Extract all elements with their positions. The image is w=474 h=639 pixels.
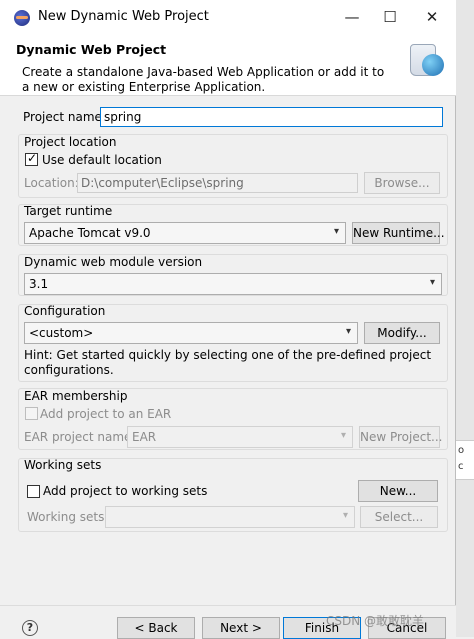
ear-project-name-select[interactable]: EAR ▾ xyxy=(127,426,353,448)
next-button[interactable]: Next > xyxy=(202,617,280,639)
configuration-value: <custom> xyxy=(29,326,94,340)
add-to-working-sets-checkbox[interactable] xyxy=(27,485,40,498)
chevron-down-icon: ▾ xyxy=(340,430,346,441)
window-title: New Dynamic Web Project xyxy=(38,9,209,24)
working-sets-select[interactable]: ▾ xyxy=(105,506,355,528)
ear-membership-label: EAR membership xyxy=(24,389,128,403)
add-to-ear-label: Add project to an EAR xyxy=(40,407,172,421)
chevron-down-icon: ▾ xyxy=(429,277,435,288)
background-window: o c xyxy=(456,0,474,637)
use-default-location-label: Use default location xyxy=(42,153,162,167)
module-version-select[interactable]: 3.1 ▾ xyxy=(24,273,442,295)
ear-project-name-label: EAR project name: xyxy=(24,430,136,444)
select-working-sets-button[interactable]: Select... xyxy=(360,506,438,528)
wizard-description: Create a standalone Java-based Web Appli… xyxy=(22,65,385,94)
project-name-input[interactable]: spring xyxy=(100,107,443,127)
module-version-label: Dynamic web module version xyxy=(24,255,203,269)
module-version-value: 3.1 xyxy=(29,277,49,291)
project-location-label: Project location xyxy=(24,135,117,149)
new-ear-project-button[interactable]: New Project... xyxy=(359,426,443,448)
working-sets-field-label: Working sets: xyxy=(27,510,109,524)
chevron-down-icon: ▾ xyxy=(333,226,339,237)
watermark-text: CSDN @敢敢耽羊 xyxy=(326,614,425,628)
wizard-header: Dynamic Web Project Create a standalone … xyxy=(0,34,456,96)
help-icon[interactable]: ? xyxy=(22,620,38,636)
target-runtime-label: Target runtime xyxy=(24,204,113,218)
project-name-label: Project name: xyxy=(23,110,106,124)
web-project-globe-icon xyxy=(406,40,446,80)
chevron-down-icon: ▾ xyxy=(342,510,348,521)
maximize-button[interactable]: ☐ xyxy=(372,4,408,30)
target-runtime-select[interactable]: Apache Tomcat v9.0 ▾ xyxy=(24,222,346,244)
new-runtime-button[interactable]: New Runtime... xyxy=(352,222,445,244)
configuration-hint: Hint: Get started quickly by selecting o… xyxy=(24,348,432,377)
configuration-label: Configuration xyxy=(24,304,106,318)
background-text: o xyxy=(458,445,465,456)
location-input[interactable]: D:\computer\Eclipse\spring xyxy=(77,173,358,193)
back-button[interactable]: < Back xyxy=(117,617,195,639)
chevron-down-icon: ▾ xyxy=(345,326,351,337)
modify-button[interactable]: Modify... xyxy=(364,322,440,344)
add-to-working-sets-label: Add project to working sets xyxy=(43,484,208,498)
background-panel: o c xyxy=(456,440,474,480)
ear-project-name-value: EAR xyxy=(132,430,157,444)
wizard-title: Dynamic Web Project xyxy=(16,42,167,57)
close-button[interactable]: ✕ xyxy=(414,4,450,30)
title-bar: New Dynamic Web Project — ☐ ✕ xyxy=(0,0,456,34)
configuration-select[interactable]: <custom> ▾ xyxy=(24,322,358,344)
background-text: c xyxy=(458,461,464,472)
add-to-ear-checkbox[interactable] xyxy=(25,407,38,420)
eclipse-icon xyxy=(14,10,30,26)
use-default-location-checkbox[interactable] xyxy=(25,151,38,166)
working-sets-label: Working sets xyxy=(24,458,102,472)
target-runtime-value: Apache Tomcat v9.0 xyxy=(29,226,151,240)
minimize-button[interactable]: — xyxy=(334,4,370,30)
location-label: Location: xyxy=(24,176,79,190)
new-working-set-button[interactable]: New... xyxy=(358,480,438,502)
browse-button[interactable]: Browse... xyxy=(364,172,440,194)
dialog-window: New Dynamic Web Project — ☐ ✕ Dynamic We… xyxy=(0,0,456,639)
